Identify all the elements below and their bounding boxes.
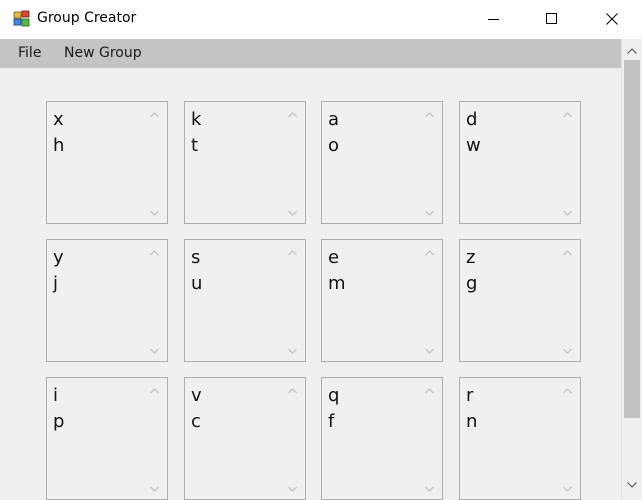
group-box[interactable]: s u (184, 239, 306, 362)
group-box[interactable]: z g (459, 239, 581, 362)
chevron-down-icon[interactable] (563, 210, 572, 216)
chevron-up-icon[interactable] (563, 112, 572, 118)
group-member: n (466, 411, 478, 432)
group-member: h (53, 135, 65, 156)
group-box[interactable]: x h (46, 101, 168, 224)
group-member: g (466, 273, 478, 294)
group-member: m (328, 273, 346, 294)
group-member: x (53, 109, 64, 130)
chevron-down-icon[interactable] (288, 348, 297, 354)
scrollbar-thumb[interactable] (624, 60, 640, 418)
chevron-up-icon[interactable] (150, 250, 159, 256)
minimize-icon (488, 19, 499, 20)
close-icon (606, 13, 618, 25)
chevron-down-icon[interactable] (425, 348, 434, 354)
chevron-up-icon[interactable] (425, 250, 434, 256)
group-box[interactable]: e m (321, 239, 443, 362)
menu-bar: File New Group (0, 39, 621, 68)
app-icon (13, 10, 30, 27)
chevron-down-icon[interactable] (563, 486, 572, 492)
maximize-icon (546, 13, 557, 24)
chevron-down-icon[interactable] (150, 486, 159, 492)
chevron-up-icon[interactable] (563, 250, 572, 256)
group-member: y (53, 247, 64, 268)
group-member: a (328, 109, 340, 130)
chevron-down-icon[interactable] (150, 348, 159, 354)
chevron-up-icon[interactable] (563, 388, 572, 394)
group-member: f (328, 411, 335, 432)
group-member: p (53, 411, 65, 432)
group-member: j (53, 273, 59, 294)
menu-file[interactable]: File (18, 45, 41, 61)
chevron-up-icon[interactable] (150, 112, 159, 118)
group-member: u (191, 273, 203, 294)
chevron-up-icon[interactable] (288, 112, 297, 118)
window-title: Group Creator (37, 10, 137, 26)
chevron-up-icon[interactable] (288, 388, 297, 394)
group-box[interactable]: q f (321, 377, 443, 500)
group-box[interactable]: k t (184, 101, 306, 224)
minimize-button[interactable] (471, 0, 517, 39)
group-box[interactable]: v c (184, 377, 306, 500)
group-member: k (191, 109, 202, 130)
window-vertical-scrollbar[interactable] (621, 39, 642, 500)
group-member: o (328, 135, 340, 156)
chevron-up-icon[interactable] (150, 388, 159, 394)
group-box[interactable]: i p (46, 377, 168, 500)
group-member: q (328, 385, 340, 406)
group-member: v (191, 385, 202, 406)
maximize-button[interactable] (529, 0, 575, 39)
group-member: t (191, 135, 199, 156)
group-panel: x h k t a o d w y j s u e m z g i p v c … (0, 68, 621, 500)
chevron-down-icon[interactable] (425, 210, 434, 216)
chevron-up-icon[interactable] (425, 388, 434, 394)
menu-new-group[interactable]: New Group (64, 45, 142, 61)
group-member: d (466, 109, 478, 130)
group-member: c (191, 411, 201, 432)
chevron-up-icon[interactable] (627, 48, 637, 54)
chevron-down-icon[interactable] (288, 486, 297, 492)
chevron-down-icon[interactable] (288, 210, 297, 216)
chevron-down-icon[interactable] (627, 482, 637, 488)
group-box[interactable]: d w (459, 101, 581, 224)
group-member: z (466, 247, 476, 268)
chevron-up-icon[interactable] (288, 250, 297, 256)
group-member: e (328, 247, 340, 268)
close-button[interactable] (589, 0, 635, 39)
group-box[interactable]: a o (321, 101, 443, 224)
title-bar: Group Creator (0, 0, 642, 39)
chevron-down-icon[interactable] (563, 348, 572, 354)
group-member: i (53, 385, 59, 406)
chevron-up-icon[interactable] (425, 112, 434, 118)
group-member: s (191, 247, 201, 268)
chevron-down-icon[interactable] (150, 210, 159, 216)
group-box[interactable]: y j (46, 239, 168, 362)
group-member: r (466, 385, 474, 406)
group-member: w (466, 135, 481, 156)
chevron-down-icon[interactable] (425, 486, 434, 492)
group-box[interactable]: r n (459, 377, 581, 500)
